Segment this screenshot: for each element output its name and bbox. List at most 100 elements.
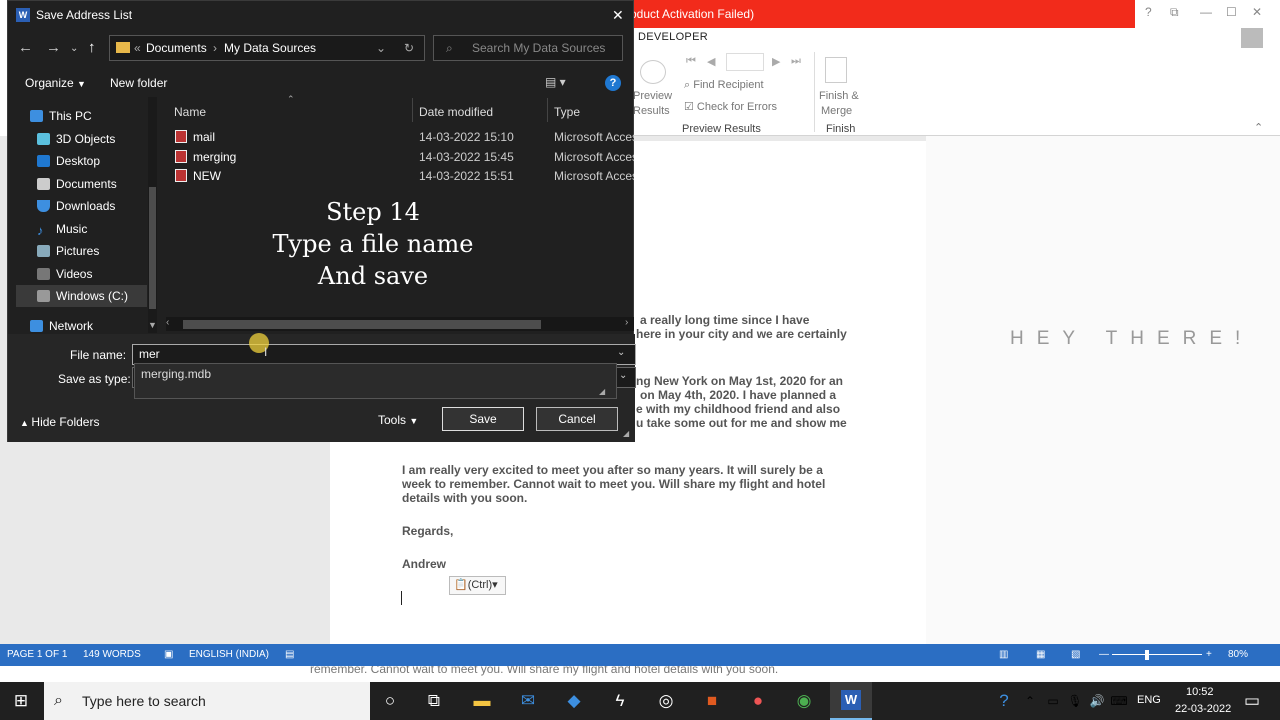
help-circle-icon[interactable]: ?	[992, 690, 1016, 712]
hscrollbar-thumb[interactable]	[183, 320, 541, 329]
ribbon-display-icon[interactable]: ⧉	[1170, 5, 1179, 20]
tools-button[interactable]: Tools ▼	[378, 413, 418, 427]
read-mode-icon[interactable]: ▥	[999, 644, 1008, 666]
preview-results-label-2[interactable]: Results	[633, 105, 670, 117]
up-icon[interactable]: ↑	[88, 39, 96, 56]
chevron-down-icon[interactable]: ⌄	[619, 370, 627, 381]
column-date-modified[interactable]: Date modified	[419, 105, 493, 119]
view-options-icon[interactable]: ▤ ▾	[545, 75, 566, 89]
microphone-icon[interactable]: 🎙	[1063, 690, 1087, 712]
dropbox-icon[interactable]: ◆	[562, 690, 586, 712]
cortana-icon[interactable]: ○	[378, 690, 402, 712]
network-icon[interactable]: ▭	[1041, 690, 1065, 712]
nav-downloads[interactable]: Downloads	[37, 195, 157, 217]
preview-results-label-1[interactable]: Preview	[633, 90, 672, 102]
user-avatar[interactable]	[1241, 28, 1263, 48]
notifications-icon[interactable]: ▭	[1240, 690, 1264, 712]
media-player-icon[interactable]: ◎	[654, 690, 678, 712]
hide-folders-button[interactable]: ▲ Hide Folders	[20, 415, 99, 429]
page-count[interactable]: PAGE 1 OF 1	[7, 644, 67, 666]
zoom-in-icon[interactable]: +	[1206, 644, 1212, 666]
nav-videos[interactable]: Videos	[37, 263, 157, 285]
word-count[interactable]: 149 WORDS	[83, 644, 141, 666]
close-icon[interactable]: ✕	[1252, 5, 1262, 19]
nav-windows-c[interactable]: Windows (C:)	[16, 285, 147, 307]
nav-documents[interactable]: Documents	[37, 173, 157, 195]
clock-date[interactable]: 22-03-2022	[1175, 703, 1231, 715]
search-input[interactable]: ⌕ Search My Data Sources	[433, 35, 623, 61]
windows-start-icon[interactable]: ⊞	[9, 690, 33, 712]
find-recipient-button[interactable]: ⌕ Find Recipient	[684, 79, 764, 92]
help-icon[interactable]: ?	[1145, 5, 1152, 19]
collapse-ribbon-icon[interactable]: ⌃	[1254, 121, 1263, 134]
column-name[interactable]: Name	[174, 105, 206, 119]
winamp-icon[interactable]: ϟ	[608, 690, 632, 712]
chevron-down-icon[interactable]: ⌄	[617, 347, 625, 358]
breadcrumb-my-data-sources[interactable]: My Data Sources	[224, 36, 316, 60]
prev-record-icon[interactable]: ◀	[707, 55, 715, 68]
language-indicator[interactable]: ENGLISH (INDIA)	[189, 644, 269, 666]
last-record-icon[interactable]: ⏭	[791, 55, 801, 68]
recorder-icon[interactable]: ●	[746, 690, 770, 712]
next-record-icon[interactable]: ▶	[772, 55, 780, 68]
autocomplete-item[interactable]: merging.mdb	[141, 367, 211, 381]
paste-options-button[interactable]: 📋(Ctrl)▾	[449, 576, 506, 595]
taskbar-search[interactable]: ⌕ Type here to search	[44, 682, 370, 720]
zoom-slider[interactable]	[1112, 654, 1202, 655]
dialog-resize-grip-icon[interactable]: ◢	[623, 429, 629, 438]
scroll-left-icon[interactable]: ‹	[166, 317, 169, 328]
refresh-icon[interactable]: ↻	[404, 36, 414, 60]
organize-button[interactable]: Organize ▼	[25, 76, 86, 90]
scroll-right-icon[interactable]: ›	[625, 317, 628, 328]
help-icon[interactable]: ?	[605, 75, 621, 91]
dialog-close-icon[interactable]: ✕	[612, 1, 624, 29]
nav-music[interactable]: ♪ Music	[37, 218, 157, 240]
address-bar[interactable]: « Documents › My Data Sources ⌄ ↻	[109, 35, 425, 61]
print-layout-icon[interactable]: ▦	[1036, 644, 1045, 666]
chrome-icon[interactable]: ◉	[792, 690, 816, 712]
save-button[interactable]: Save	[442, 407, 524, 431]
web-layout-icon[interactable]: ▧	[1071, 644, 1080, 666]
nav-desktop[interactable]: Desktop	[37, 150, 157, 172]
finish-merge-label-2[interactable]: Merge	[821, 105, 852, 117]
zoom-out-icon[interactable]: —	[1099, 644, 1109, 666]
forward-icon[interactable]: →	[46, 39, 61, 56]
nav-pictures[interactable]: Pictures	[37, 240, 157, 262]
volume-icon[interactable]: 🔊	[1085, 690, 1109, 712]
tab-developer[interactable]: DEVELOPER	[638, 31, 708, 43]
file-name-input[interactable]: mer	[132, 344, 636, 365]
first-record-icon[interactable]: ⏮	[686, 55, 696, 68]
recent-locations-icon[interactable]: ⌄	[70, 43, 78, 54]
check-errors-button[interactable]: ☑ Check for Errors	[684, 100, 777, 113]
cancel-button[interactable]: Cancel	[536, 407, 618, 431]
resize-grip-icon[interactable]: ◢	[599, 387, 605, 396]
file-row[interactable]: NEW	[175, 169, 221, 183]
file-row[interactable]: mail	[175, 130, 215, 144]
file-row[interactable]: merging	[175, 150, 236, 164]
clock-time[interactable]: 10:52	[1186, 686, 1214, 698]
record-number-input[interactable]	[726, 53, 764, 71]
zoom-level[interactable]: 80%	[1228, 644, 1248, 666]
word-taskbar-button[interactable]: W	[830, 682, 872, 720]
column-divider[interactable]	[547, 98, 548, 122]
chevron-down-icon[interactable]: ⌄	[376, 36, 386, 60]
nav-3d-objects[interactable]: 3D Objects	[37, 128, 157, 150]
macro-icon[interactable]: ▤	[285, 644, 294, 666]
column-divider[interactable]	[412, 98, 413, 122]
zoom-slider-thumb[interactable]	[1145, 650, 1149, 660]
new-folder-button[interactable]: New folder	[110, 76, 167, 90]
proofing-icon[interactable]: ▣	[164, 644, 173, 666]
office-icon[interactable]: ■	[700, 690, 724, 712]
nav-this-pc[interactable]: This PC	[30, 105, 150, 127]
back-icon[interactable]: ←	[18, 39, 33, 56]
mail-icon[interactable]: ✉	[516, 690, 540, 712]
language-indicator-taskbar[interactable]: ENG	[1137, 694, 1161, 706]
breadcrumb-documents[interactable]: Documents	[146, 36, 207, 60]
minimize-icon[interactable]: —	[1200, 5, 1212, 19]
task-view-icon[interactable]: ⧉	[422, 690, 446, 712]
maximize-icon[interactable]: ☐	[1226, 5, 1237, 19]
file-explorer-icon[interactable]: ▬	[470, 690, 494, 712]
finish-merge-label-1[interactable]: Finish &	[819, 90, 859, 102]
column-type[interactable]: Type	[554, 105, 580, 119]
chevron-up-icon[interactable]: ⌃	[1018, 690, 1042, 712]
